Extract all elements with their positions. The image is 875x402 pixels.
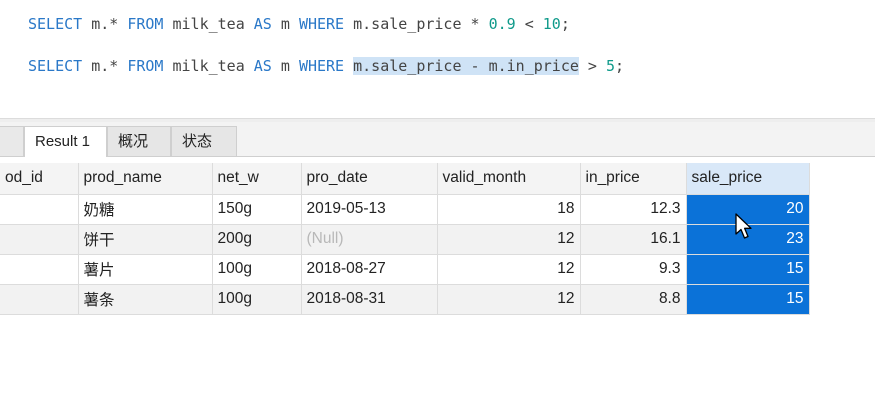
keyword-select: SELECT [28,15,83,33]
result-tab-bar: Result 1 概况 状态 [0,122,875,157]
cell-prod-id[interactable] [0,224,79,255]
sql-text: m [271,15,299,33]
tab-previous[interactable] [0,126,24,156]
keyword-where: WHERE [298,15,345,33]
cell-in-price[interactable]: 16.1 [580,224,687,255]
table-row[interactable]: 饼干 200g (Null) 12 16.1 23 [0,224,810,255]
cell-in-price[interactable]: 12.3 [580,194,687,225]
cell-net-w[interactable]: 150g [212,194,302,225]
keyword-as: AS [253,57,272,75]
cell-pro-date[interactable]: (Null) [301,224,438,255]
sql-text: m.sale_price * [344,15,489,33]
column-header-valid-month[interactable]: valid_month [437,163,581,195]
tab-status[interactable]: 状态 [171,126,237,156]
cell-prod-name[interactable]: 奶糖 [78,194,213,225]
cell-sale-price[interactable]: 15 [686,254,810,285]
cell-valid-month[interactable]: 18 [437,194,581,225]
cell-prod-id[interactable] [0,284,79,315]
table-row[interactable]: 薯片 100g 2018-08-27 12 9.3 15 [0,254,810,285]
sql-line-2[interactable]: SELECT m.* FROM milk_tea AS m WHERE m.sa… [28,55,624,77]
table-row[interactable]: 薯条 100g 2018-08-31 12 8.8 15 [0,284,810,315]
mouse-pointer-icon [735,213,752,239]
column-header-sale-price[interactable]: sale_price [686,163,810,195]
sql-text: < [515,15,543,33]
keyword-select: SELECT [28,57,83,75]
sql-number: 10 [542,15,561,33]
sql-editor[interactable]: SELECT m.* FROM milk_tea AS m WHERE m.sa… [0,0,875,118]
cell-prod-name[interactable]: 饼干 [78,224,213,255]
sql-line-1[interactable]: SELECT m.* FROM milk_tea AS m WHERE m.sa… [28,13,570,35]
column-header-prod-id[interactable]: od_id [0,163,79,195]
cell-valid-month[interactable]: 12 [437,224,581,255]
cell-prod-name[interactable]: 薯片 [78,254,213,285]
column-header-prod-name[interactable]: prod_name [78,163,213,195]
sql-number: 5 [606,57,616,75]
cell-prod-id[interactable] [0,194,79,225]
cell-net-w[interactable]: 100g [212,254,302,285]
column-header-pro-date[interactable]: pro_date [301,163,438,195]
selected-expression[interactable]: m.sale_price - m.in_price [353,57,579,75]
keyword-from: FROM [127,15,164,33]
cell-in-price[interactable]: 9.3 [580,254,687,285]
cell-prod-name[interactable]: 薯条 [78,284,213,315]
cell-sale-price[interactable]: 15 [686,284,810,315]
tab-overview[interactable]: 概况 [107,126,171,156]
sql-text: ; [615,57,625,75]
sql-text: milk_tea [163,15,254,33]
cell-pro-date[interactable]: 2019-05-13 [301,194,438,225]
cell-net-w[interactable]: 200g [212,224,302,255]
cell-pro-date[interactable]: 2018-08-27 [301,254,438,285]
cell-net-w[interactable]: 100g [212,284,302,315]
sql-text: m.* [82,57,128,75]
cell-prod-id[interactable] [0,254,79,285]
sql-text: milk_tea [163,57,254,75]
column-header-net-w[interactable]: net_w [212,163,302,195]
sql-number: 0.9 [488,15,516,33]
cell-in-price[interactable]: 8.8 [580,284,687,315]
sql-text: m [271,57,299,75]
keyword-as: AS [253,15,272,33]
sql-text: > [578,57,606,75]
keyword-where: WHERE [298,57,345,75]
table-row[interactable]: 奶糖 150g 2019-05-13 18 12.3 20 [0,194,810,225]
cell-pro-date[interactable]: 2018-08-31 [301,284,438,315]
header-row: od_id prod_name net_w pro_date valid_mon… [0,163,810,195]
result-grid[interactable]: od_id prod_name net_w pro_date valid_mon… [0,163,810,315]
cell-valid-month[interactable]: 12 [437,284,581,315]
sql-text: m.* [82,15,128,33]
column-header-in-price[interactable]: in_price [580,163,687,195]
tab-result-1[interactable]: Result 1 [24,126,107,157]
sql-text: ; [560,15,570,33]
keyword-from: FROM [127,57,164,75]
cell-valid-month[interactable]: 12 [437,254,581,285]
